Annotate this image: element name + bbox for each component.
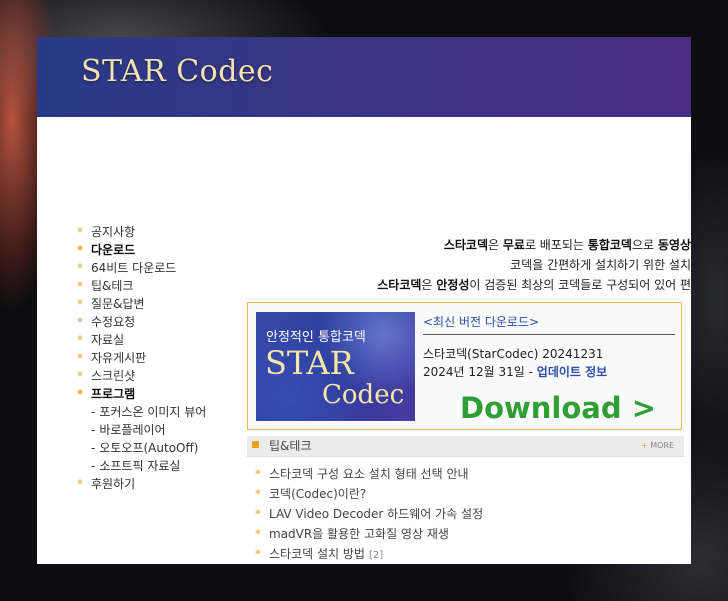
update-info-link[interactable]: 업데이트 정보 (537, 365, 607, 379)
release-date: 2024년 12월 31일 - 업데이트 정보 (423, 365, 608, 379)
latest-version-heading[interactable]: <최신 버전 다운로드> (423, 312, 675, 335)
tips-section-header: 팁&테크 + MORE (247, 436, 684, 457)
sidebar-subitem-autooff[interactable]: - 오토오프(AutoOff) (77, 439, 267, 457)
sidebar-item-fix-request[interactable]: * 수정요청 (77, 313, 267, 331)
star-icon: * (255, 527, 261, 541)
plus-icon: + (640, 441, 651, 450)
sidebar-menu: * 공지사항 * 다운로드 * 64비트 다운로드 * 팁&테크 * 질문&답변 * 수정요… (77, 223, 267, 493)
star-icon: * (77, 387, 84, 401)
star-icon: * (77, 279, 83, 293)
download-info: <최신 버전 다운로드> 스타코덱(StarCodec) 20241231 20… (423, 312, 675, 425)
star-icon: * (255, 467, 261, 481)
star-icon: * (77, 297, 83, 311)
intro-line-3: 스타코덱은 안정성이 검증된 최상의 코덱들로 구성되어 있어 편 (377, 278, 691, 292)
sidebar-item-tips[interactable]: * 팁&테크 (77, 277, 267, 295)
sidebar-item-download[interactable]: * 다운로드 (77, 241, 267, 259)
star-icon: * (77, 225, 83, 239)
site-header: STAR Codec (37, 37, 691, 117)
star-icon: * (77, 261, 83, 275)
tips-section-title[interactable]: 팁&테크 (269, 436, 311, 456)
list-item[interactable]: * LAV Video Decoder 하드웨어 가속 설정 (255, 504, 483, 524)
sidebar-subitem-focuson-viewer[interactable]: - 포커스온 이미지 뷰어 (77, 403, 267, 421)
sidebar-item-screenshots[interactable]: * 스크린샷 (77, 367, 267, 385)
intro-text: 스타코덱은 무료로 배포되는 통합코덱으로 동영상 코덱을 간편하게 설치하기 … (257, 235, 691, 295)
sidebar-item-programs[interactable]: * 프로그램 (77, 385, 267, 403)
star-icon: * (77, 243, 84, 257)
sidebar-subitem-softpick[interactable]: - 소프트픽 자료실 (77, 457, 267, 475)
download-button[interactable]: Download > (460, 391, 656, 425)
square-bullet-icon (252, 441, 259, 448)
star-icon: * (77, 369, 83, 383)
star-icon: * (255, 507, 261, 521)
tips-list: * 스타코덱 구성 요소 설치 형태 선택 안내 * 코덱(Codec)이란? * L… (255, 464, 483, 564)
intro-line-2: 코덱을 간편하게 설치하기 위한 설치 (510, 258, 691, 272)
version-text: 스타코덱(StarCodec) 20241231 (423, 347, 604, 361)
site-logo-title[interactable]: STAR Codec (81, 54, 274, 89)
sidebar-item-notice[interactable]: * 공지사항 (77, 223, 267, 241)
sidebar-item-qna[interactable]: * 질문&답변 (77, 295, 267, 313)
star-codec-banner[interactable]: 안정적인 통합코덱 STAR Codec (256, 312, 415, 421)
list-item[interactable]: * madVR을 활용한 고화질 영상 재생 (255, 524, 483, 544)
more-link[interactable]: + MORE (641, 436, 674, 456)
intro-line-1: 스타코덱은 무료로 배포되는 통합코덱으로 동영상 (443, 238, 691, 252)
sidebar-item-archive[interactable]: * 자료실 (77, 331, 267, 349)
star-icon: * (255, 547, 261, 561)
sidebar-item-free-board[interactable]: * 자유게시판 (77, 349, 267, 367)
sidebar-nav: * 공지사항 * 다운로드 * 64비트 다운로드 * 팁&테크 * 질문&답변 * 수정요… (77, 223, 267, 493)
star-icon: * (77, 315, 83, 329)
list-item[interactable]: * 스타코덱 구성 요소 설치 형태 선택 안내 (255, 464, 483, 484)
star-icon: * (77, 351, 83, 365)
star-icon: * (255, 487, 261, 501)
list-item[interactable]: * 스타코덱 설치 방법 [2] (255, 544, 483, 564)
comment-count: [2] (368, 550, 384, 561)
sidebar-subitem-baro-player[interactable]: - 바로플레이어 (77, 421, 267, 439)
sidebar-item-donate[interactable]: * 후원하기 (77, 475, 267, 493)
list-item[interactable]: * 코덱(Codec)이란? (255, 484, 483, 504)
web-page: STAR Codec * 공지사항 * 다운로드 * 64비트 다운로드 * 팁&테크 … (37, 37, 691, 564)
star-icon: * (77, 333, 83, 347)
star-icon: * (77, 477, 83, 491)
download-box: 안정적인 통합코덱 STAR Codec <최신 버전 다운로드> 스타코덱(S… (247, 302, 682, 430)
sidebar-item-64bit-download[interactable]: * 64비트 다운로드 (77, 259, 267, 277)
